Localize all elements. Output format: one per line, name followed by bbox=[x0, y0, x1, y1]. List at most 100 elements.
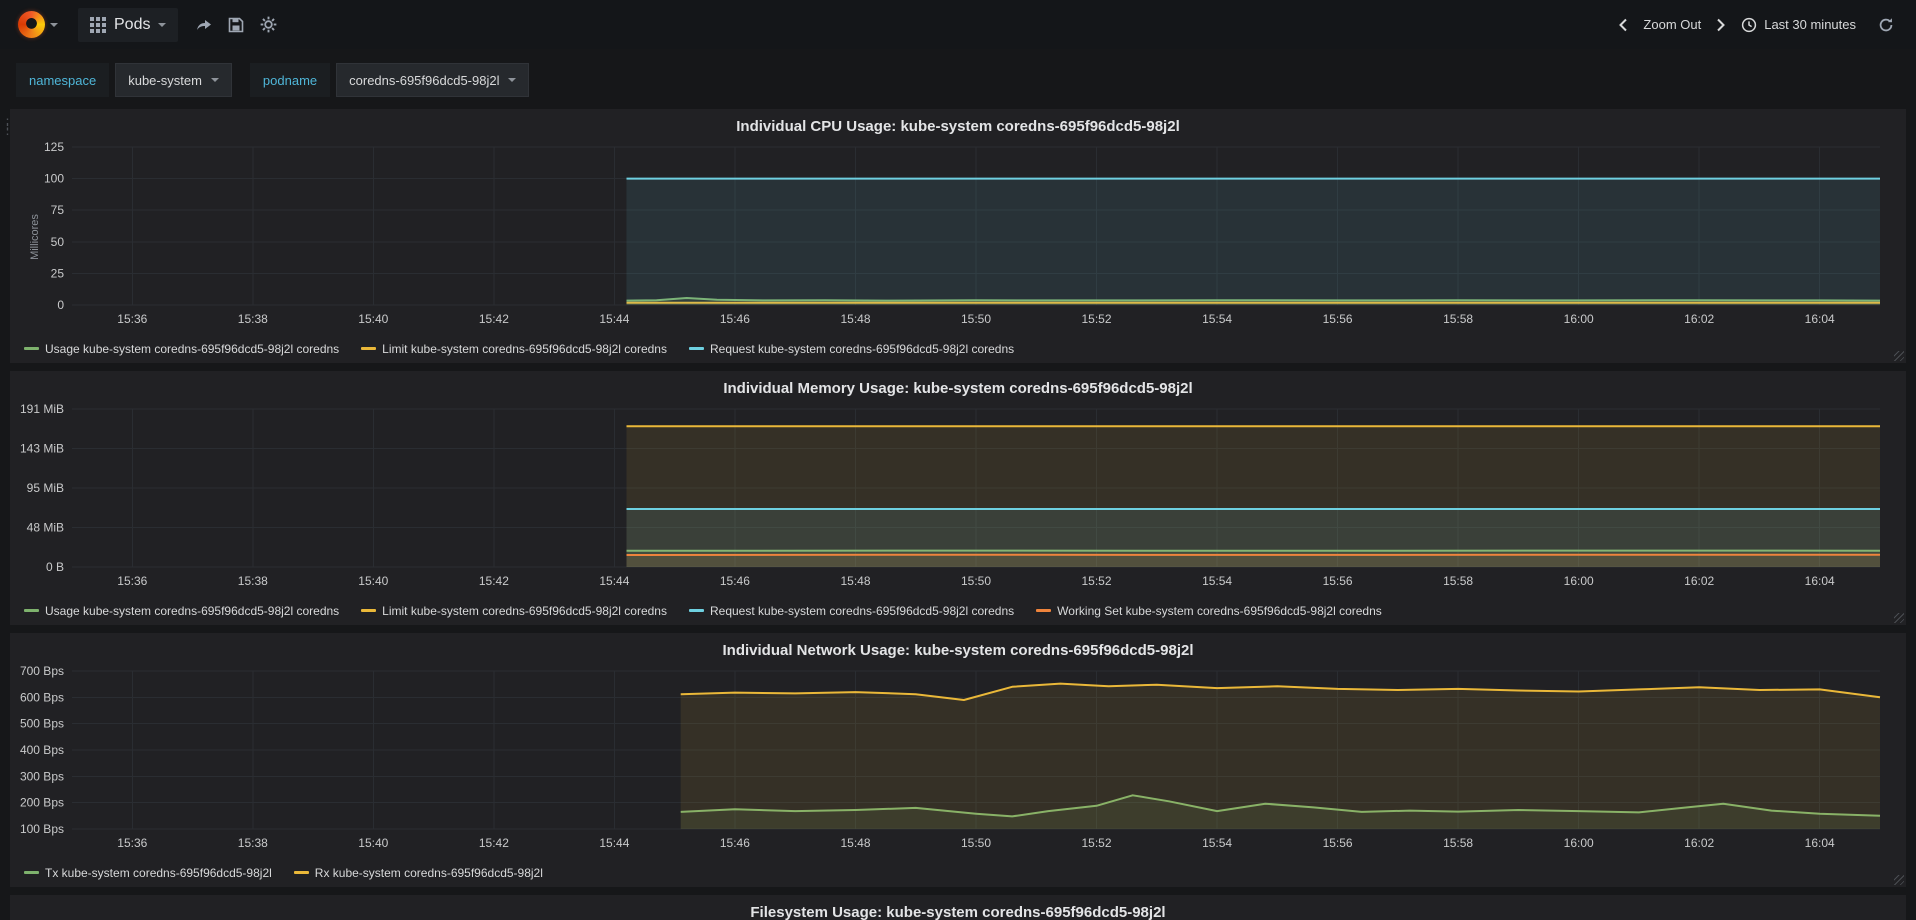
panel-body: Millicores 0 25 50 75 100 125 15:36 15:38 15:40 1… bbox=[10, 139, 1906, 335]
time-back-button[interactable] bbox=[1609, 12, 1637, 38]
chevron-right-icon bbox=[1717, 18, 1726, 31]
svg-text:100: 100 bbox=[44, 172, 64, 186]
variable-podname-value: coredns-695f96dcd5-98j2l bbox=[349, 72, 500, 88]
legend-color-swatch bbox=[688, 347, 704, 350]
memory-chart-legend: Usage kube-system coredns-695f96dcd5-98j… bbox=[10, 597, 1906, 621]
legend-color-swatch bbox=[24, 609, 39, 612]
panel-title[interactable]: Filesystem Usage: kube-system coredns-69… bbox=[750, 904, 1165, 920]
svg-text:15:56: 15:56 bbox=[1323, 836, 1353, 850]
svg-text:15:52: 15:52 bbox=[1081, 836, 1111, 850]
legend-label: Tx kube-system coredns-695f96dcd5-98j2l bbox=[45, 865, 272, 880]
svg-text:15:56: 15:56 bbox=[1323, 312, 1353, 326]
chevron-down-icon bbox=[158, 22, 167, 27]
legend-item[interactable]: Usage kube-system coredns-695f96dcd5-98j… bbox=[24, 604, 339, 618]
panel-memory-usage: Individual Memory Usage: kube-system cor… bbox=[10, 371, 1906, 625]
legend-label: Usage kube-system coredns-695f96dcd5-98j… bbox=[45, 341, 340, 356]
legend-item[interactable]: Limit kube-system coredns-695f96dcd5-98j… bbox=[361, 342, 667, 356]
legend-item[interactable]: Tx kube-system coredns-695f96dcd5-98j2l bbox=[24, 866, 272, 880]
svg-text:15:38: 15:38 bbox=[238, 836, 268, 850]
panel-drag-handle[interactable]: ⋮ ⋮ bbox=[1, 117, 14, 136]
svg-text:15:40: 15:40 bbox=[358, 312, 388, 326]
svg-text:0: 0 bbox=[57, 298, 64, 312]
template-variables-bar: namespace kube-system podname coredns-69… bbox=[0, 49, 1916, 109]
svg-text:16:02: 16:02 bbox=[1684, 312, 1714, 326]
legend-item[interactable]: Request kube-system coredns-695f96dcd5-9… bbox=[688, 604, 1014, 618]
legend-item[interactable]: Usage kube-system coredns-695f96dcd5-98j… bbox=[24, 342, 339, 356]
legend-item[interactable]: Working Set kube-system coredns-695f96dc… bbox=[1036, 604, 1382, 618]
svg-text:200 Bps: 200 Bps bbox=[20, 796, 64, 810]
svg-text:15:44: 15:44 bbox=[599, 312, 629, 326]
save-icon bbox=[229, 17, 244, 32]
refresh-icon bbox=[1879, 17, 1893, 31]
svg-text:15:42: 15:42 bbox=[479, 312, 509, 326]
panel-header[interactable]: Individual Memory Usage: kube-system cor… bbox=[10, 375, 1906, 401]
panel-title[interactable]: Individual CPU Usage: kube-system coredn… bbox=[736, 118, 1180, 135]
variable-namespace-label: namespace bbox=[16, 63, 110, 97]
legend-label: Request kube-system coredns-695f96dcd5-9… bbox=[709, 341, 1015, 356]
dashboard-picker[interactable]: Pods bbox=[78, 7, 179, 42]
zoom-out-label: Zoom Out bbox=[1643, 17, 1702, 32]
svg-text:15:58: 15:58 bbox=[1443, 574, 1473, 588]
refresh-button[interactable] bbox=[1870, 11, 1902, 39]
network-usage-chart[interactable]: 100 Bps 200 Bps 300 Bps 400 Bps 500 Bps 600 B… bbox=[10, 663, 1906, 859]
svg-text:0 B: 0 B bbox=[46, 560, 64, 574]
dashboard-title: Pods bbox=[114, 15, 151, 33]
legend-item[interactable]: Request kube-system coredns-695f96dcd5-9… bbox=[688, 341, 1015, 356]
zoom-out-button[interactable]: Zoom Out bbox=[1639, 11, 1705, 38]
time-range-label: Last 30 minutes bbox=[1764, 17, 1856, 32]
panel-resize-handle[interactable] bbox=[1894, 875, 1904, 885]
svg-text:15:48: 15:48 bbox=[840, 836, 870, 850]
legend-item[interactable]: Rx kube-system coredns-695f96dcd5-98j2l bbox=[293, 866, 543, 880]
legend-label: Usage kube-system coredns-695f96dcd5-98j… bbox=[45, 603, 340, 618]
legend-color-swatch bbox=[361, 609, 377, 612]
panel-header[interactable]: Filesystem Usage: kube-system coredns-69… bbox=[10, 899, 1906, 920]
panel-header[interactable]: Individual CPU Usage: kube-system coredn… bbox=[10, 113, 1906, 139]
time-forward-button[interactable] bbox=[1707, 12, 1735, 38]
legend-label: Working Set kube-system coredns-695f96dc… bbox=[1057, 603, 1382, 618]
svg-text:600 Bps: 600 Bps bbox=[20, 690, 64, 704]
panel-resize-handle[interactable] bbox=[1894, 613, 1904, 623]
legend-color-swatch bbox=[24, 347, 39, 350]
chevron-left-icon bbox=[1619, 18, 1628, 31]
svg-text:50: 50 bbox=[51, 235, 65, 249]
svg-text:48 MiB: 48 MiB bbox=[27, 521, 64, 535]
share-icon bbox=[197, 19, 212, 30]
svg-text:16:04: 16:04 bbox=[1805, 312, 1835, 326]
share-button[interactable] bbox=[188, 11, 220, 39]
legend-label: Limit kube-system coredns-695f96dcd5-98j… bbox=[382, 603, 667, 618]
panel-filesystem-usage: Filesystem Usage: kube-system coredns-69… bbox=[10, 895, 1906, 920]
panel-title[interactable]: Individual Memory Usage: kube-system cor… bbox=[723, 380, 1192, 397]
svg-text:15:38: 15:38 bbox=[238, 312, 268, 326]
svg-text:16:00: 16:00 bbox=[1564, 574, 1594, 588]
chevron-down-icon bbox=[508, 78, 517, 82]
svg-text:15:50: 15:50 bbox=[961, 312, 991, 326]
svg-text:400 Bps: 400 Bps bbox=[20, 743, 64, 757]
cpu-usage-chart[interactable]: 0 25 50 75 100 125 15:36 15:38 15:40 15:42 15:44 15… bbox=[10, 139, 1906, 335]
svg-text:16:04: 16:04 bbox=[1805, 836, 1835, 850]
panel-header[interactable]: Individual Network Usage: kube-system co… bbox=[10, 637, 1906, 663]
variable-podname-dropdown[interactable]: coredns-695f96dcd5-98j2l bbox=[336, 63, 530, 97]
legend-color-swatch bbox=[293, 871, 309, 874]
settings-button[interactable] bbox=[252, 10, 285, 39]
svg-text:15:38: 15:38 bbox=[238, 574, 268, 588]
svg-text:15:46: 15:46 bbox=[720, 574, 750, 588]
svg-text:15:36: 15:36 bbox=[117, 836, 147, 850]
legend-item[interactable]: Limit kube-system coredns-695f96dcd5-98j… bbox=[361, 604, 667, 618]
navbar: Pods Zoom Out Last 30 minutes bbox=[0, 0, 1916, 49]
svg-text:143 MiB: 143 MiB bbox=[20, 441, 64, 455]
chevron-down-icon bbox=[50, 22, 58, 27]
variable-namespace: namespace kube-system bbox=[16, 63, 232, 97]
svg-text:16:02: 16:02 bbox=[1684, 836, 1714, 850]
panel-title[interactable]: Individual Network Usage: kube-system co… bbox=[723, 642, 1194, 659]
variable-namespace-dropdown[interactable]: kube-system bbox=[115, 63, 232, 97]
svg-text:15:42: 15:42 bbox=[479, 836, 509, 850]
variable-podname: podname coredns-695f96dcd5-98j2l bbox=[249, 63, 530, 97]
svg-text:15:42: 15:42 bbox=[479, 574, 509, 588]
svg-text:95 MiB: 95 MiB bbox=[27, 481, 64, 495]
time-range-button[interactable]: Last 30 minutes bbox=[1737, 11, 1860, 39]
memory-usage-chart[interactable]: 0 B 48 MiB 95 MiB 143 MiB 191 MiB 15:36 15:38 1… bbox=[10, 401, 1906, 597]
svg-text:15:48: 15:48 bbox=[840, 312, 870, 326]
panel-resize-handle[interactable] bbox=[1894, 351, 1904, 361]
save-button[interactable] bbox=[220, 11, 252, 39]
grafana-menu-button[interactable] bbox=[8, 11, 68, 38]
